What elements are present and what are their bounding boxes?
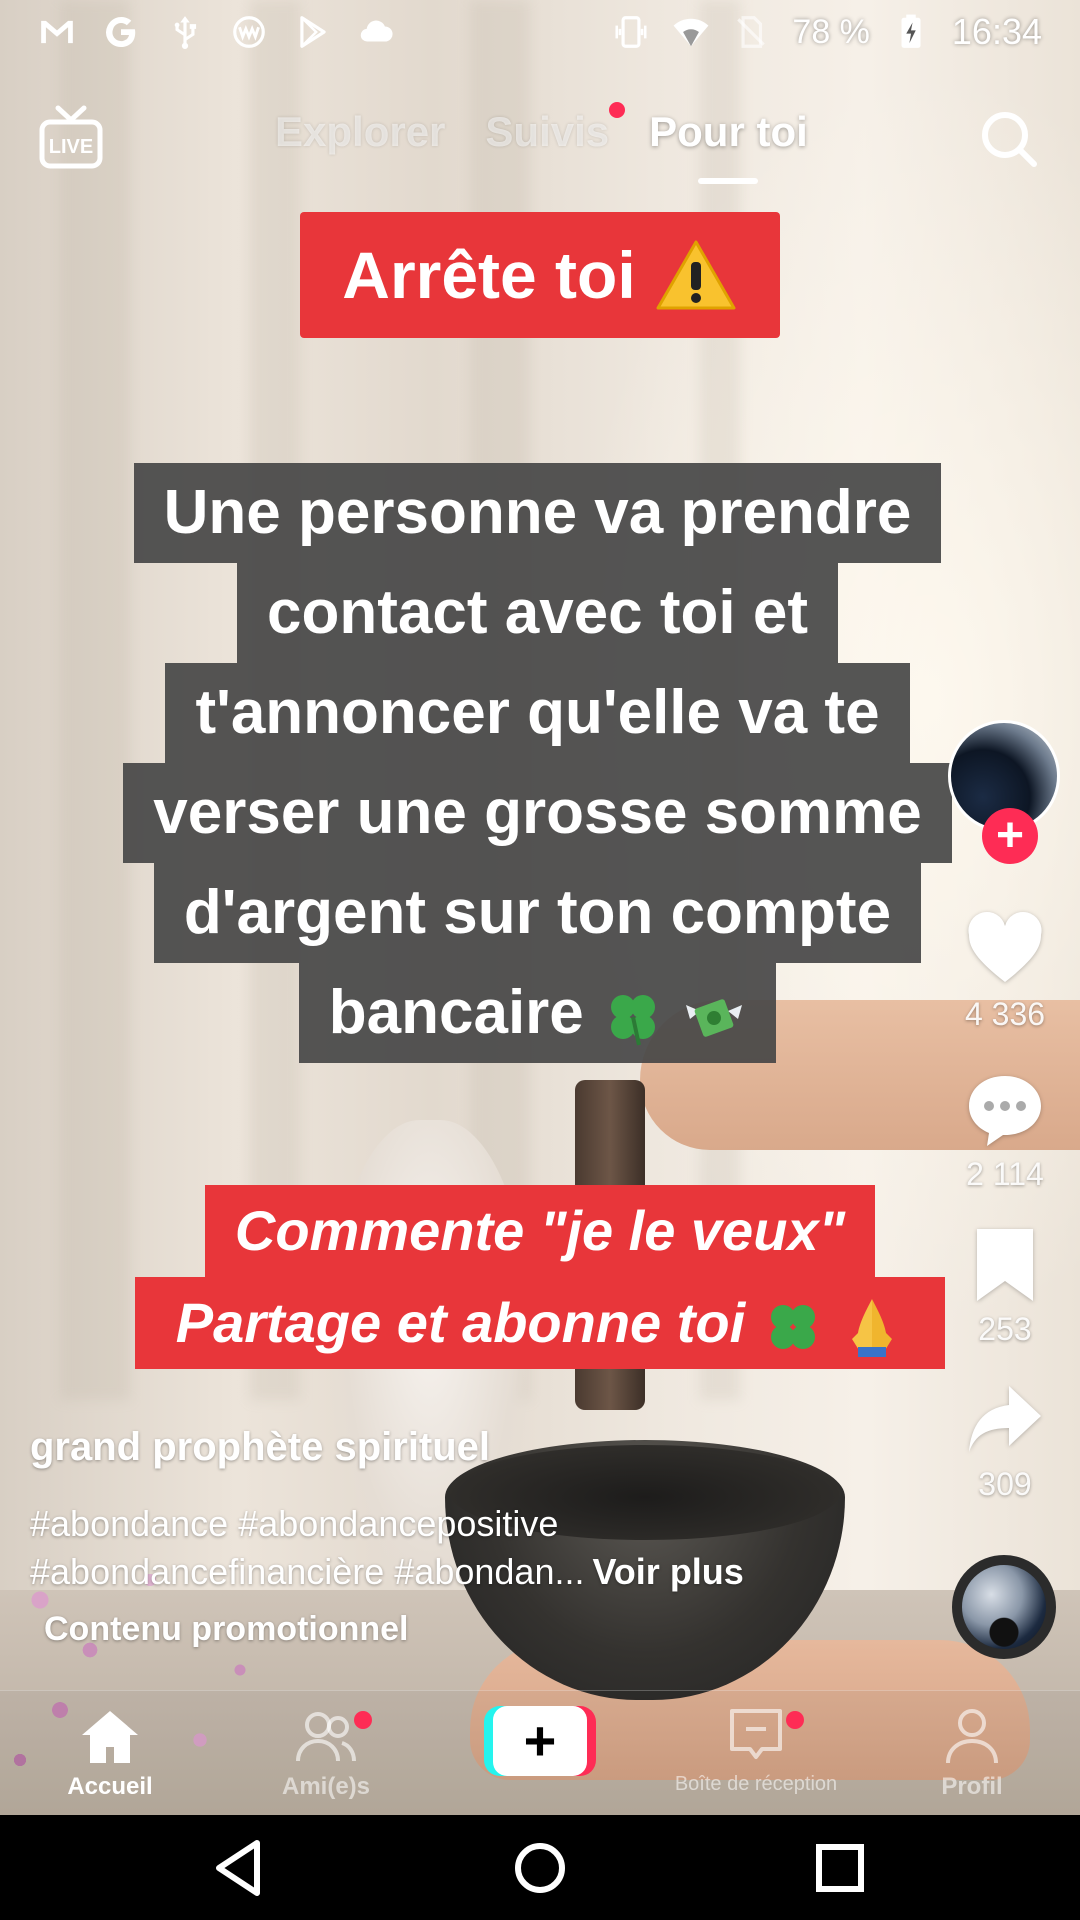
music-disc-button[interactable]	[952, 1555, 1056, 1659]
friends-icon	[296, 1712, 356, 1762]
create-post-button[interactable]: +	[484, 1706, 596, 1776]
four-leaf-clover-icon	[611, 994, 656, 1046]
battery-charging-icon	[892, 13, 930, 51]
caption-line: verser une grosse somme	[123, 763, 952, 863]
creator-avatar-button[interactable]: +	[948, 720, 1060, 870]
hashtags-line[interactable]: #abondance #abondancepositive	[30, 1500, 930, 1548]
google-icon	[102, 13, 140, 51]
notification-dot	[786, 1711, 804, 1729]
caption-line: d'argent sur ton compte	[153, 863, 922, 963]
tab-label: Pour toi	[649, 108, 808, 155]
follow-button[interactable]: +	[982, 808, 1038, 864]
profile-icon	[946, 1709, 998, 1764]
tab-home[interactable]: Accueil	[0, 1707, 220, 1801]
notification-dot	[354, 1711, 372, 1729]
post-description[interactable]: #abondance #abondancepositive #abondance…	[30, 1500, 930, 1596]
back-button[interactable]	[205, 1835, 275, 1901]
like-button[interactable]: 4 336	[940, 910, 1070, 1033]
caption-line: contact avec toi et	[237, 563, 838, 663]
wifi-icon	[672, 13, 710, 51]
comment-icon	[969, 1076, 1041, 1146]
four-leaf-clover-icon	[770, 1305, 815, 1350]
video-banner-top: Arrête toi	[300, 212, 780, 338]
home-circle-icon	[515, 1843, 565, 1893]
banner-bottom-line-last: Partage et abonne toi	[135, 1277, 945, 1369]
tab-label: Explorer	[275, 108, 446, 155]
notification-dot	[609, 102, 626, 118]
promotional-content-label: Contenu promotionnel	[44, 1610, 409, 1648]
home-system-button[interactable]	[505, 1835, 575, 1901]
comment-button[interactable]: 2 114	[940, 1070, 1070, 1193]
search-icon	[982, 112, 1037, 167]
share-button[interactable]: 309	[940, 1380, 1070, 1503]
see-more-link[interactable]: Voir plus	[592, 1551, 743, 1592]
no-sim-icon	[732, 13, 770, 51]
save-count: 253	[978, 1311, 1032, 1347]
status-bar: 78 % 16:34	[0, 0, 1080, 64]
tab-label: Profil	[941, 1773, 1003, 1800]
tab-label: Boîte de réception	[674, 1773, 838, 1795]
banner-top-text: Arrête toi	[342, 238, 636, 312]
hashtags-line[interactable]: #abondancefinancière #abondan...	[30, 1551, 584, 1592]
folded-hands-icon	[852, 1299, 893, 1358]
search-button[interactable]	[978, 108, 1040, 170]
feed-tabs: Explorer Suivis Pour toi	[275, 102, 808, 184]
tab-explorer[interactable]: Explorer	[275, 108, 445, 156]
post-info: grand prophète spirituel #abondance #abo…	[30, 1425, 930, 1649]
active-tab-indicator	[698, 178, 759, 184]
video-banner-bottom: Commente "je le veux" Partage et abonne …	[135, 1185, 945, 1369]
tab-label: Suivis	[485, 108, 610, 155]
live-tv-icon: LIVE	[39, 105, 103, 169]
home-icon	[82, 1711, 138, 1763]
like-count: 4 336	[964, 996, 1046, 1032]
vibrate-icon	[612, 13, 650, 51]
tab-inbox[interactable]: Boîte de réception	[646, 1707, 866, 1796]
save-button[interactable]: 253	[940, 1225, 1070, 1348]
system-navigation-bar	[0, 1815, 1080, 1920]
tab-suivis[interactable]: Suivis	[485, 102, 626, 156]
live-button[interactable]: LIVE	[38, 104, 104, 174]
share-count: 309	[978, 1466, 1032, 1502]
clock: 16:34	[951, 11, 1042, 52]
inbox-icon	[730, 1709, 782, 1759]
battery-percentage: 78 %	[792, 12, 870, 51]
author-name[interactable]: grand prophète spirituel	[30, 1425, 930, 1470]
warning-icon	[656, 240, 736, 310]
tab-friends[interactable]: Ami(e)s	[216, 1707, 436, 1801]
cloud-icon	[358, 13, 396, 51]
tab-label: Ami(e)s	[281, 1773, 371, 1800]
play-store-icon	[294, 13, 332, 51]
back-triangle-icon	[216, 1840, 260, 1896]
caption-line: bancaire	[328, 978, 584, 1047]
hashtags-line-with-more: #abondancefinancière #abondan... Voir plu…	[30, 1548, 930, 1596]
caption-line: t'annoncer qu'elle va te	[165, 663, 910, 763]
comment-count: 2 114	[966, 1156, 1044, 1192]
caption-line-last: bancaire	[298, 963, 777, 1063]
recents-square-icon	[816, 1844, 864, 1892]
banner-bottom-line: Commente "je le veux"	[205, 1185, 875, 1277]
recents-button[interactable]	[805, 1835, 875, 1901]
money-with-wings-icon	[686, 998, 743, 1037]
video-caption: Une personne va prendre contact avec toi…	[95, 463, 980, 1063]
usb-icon	[166, 13, 204, 51]
banner-bottom-line: Partage et abonne toi	[175, 1291, 746, 1354]
caption-line: Une personne va prendre	[133, 463, 942, 563]
bookmark-icon	[977, 1229, 1033, 1301]
vpn-icon	[230, 13, 268, 51]
plus-icon: +	[493, 1706, 587, 1776]
gmail-icon	[38, 13, 76, 51]
tab-label: Accueil	[67, 1773, 153, 1800]
top-navigation: LIVE Explorer Suivis Pour toi	[0, 90, 1080, 200]
live-label: LIVE	[49, 136, 93, 158]
heart-icon	[968, 911, 1042, 982]
share-arrow-icon	[969, 1386, 1041, 1452]
tab-pour-toi[interactable]: Pour toi	[649, 108, 808, 184]
tab-profile[interactable]: Profil	[862, 1707, 1080, 1801]
